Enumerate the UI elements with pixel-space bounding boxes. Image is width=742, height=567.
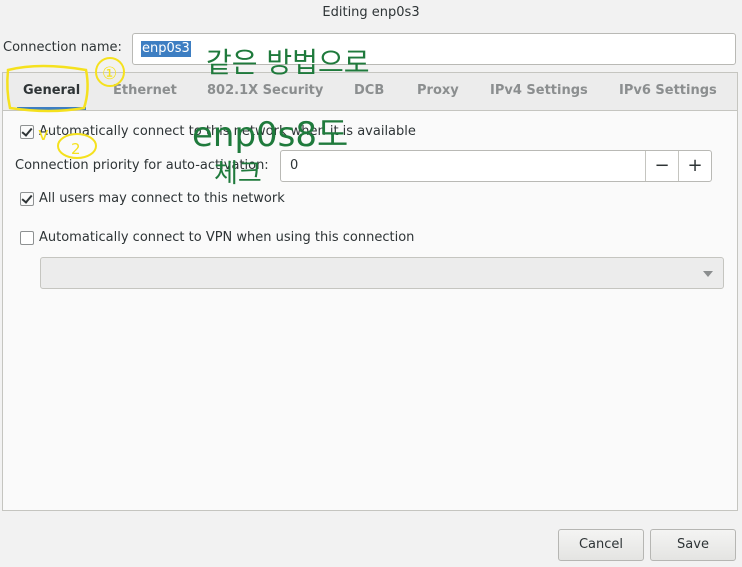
priority-value: 0 xyxy=(290,158,299,173)
decrement-button[interactable]: − xyxy=(645,151,678,181)
cancel-button[interactable]: Cancel xyxy=(558,529,644,561)
vpn-auto-connect-label: Automatically connect to VPN when using … xyxy=(39,230,415,245)
all-users-checkbox[interactable] xyxy=(20,192,34,206)
tab-ethernet[interactable]: Ethernet xyxy=(113,73,177,110)
connection-name-label: Connection name: xyxy=(3,40,122,55)
tab-8021x-security[interactable]: 802.1X Security xyxy=(207,73,323,110)
vpn-select[interactable] xyxy=(40,257,724,289)
all-users-label: All users may connect to this network xyxy=(39,191,285,206)
tab-bar: General Ethernet 802.1X Security DCB Pro… xyxy=(3,73,737,111)
increment-button[interactable]: + xyxy=(678,151,711,181)
tab-general[interactable]: General xyxy=(16,73,87,110)
tab-proxy[interactable]: Proxy xyxy=(417,73,459,110)
window-title: Editing enp0s3 xyxy=(322,5,420,20)
tab-ipv6-settings[interactable]: IPv6 Settings xyxy=(619,73,717,110)
connection-name-input[interactable]: enp0s3 xyxy=(132,33,736,65)
priority-spinbutton[interactable]: 0 − + xyxy=(280,150,712,182)
priority-label: Connection priority for auto-activation: xyxy=(15,158,269,173)
vpn-auto-connect-checkbox[interactable] xyxy=(20,231,34,245)
auto-connect-checkbox[interactable] xyxy=(20,125,34,139)
tab-ipv4-settings[interactable]: IPv4 Settings xyxy=(490,73,588,110)
connection-name-value: enp0s3 xyxy=(141,41,191,57)
chevron-down-icon xyxy=(703,271,713,277)
auto-connect-label: Automatically connect to this network wh… xyxy=(39,124,416,139)
save-button[interactable]: Save xyxy=(650,529,736,561)
tab-dcb[interactable]: DCB xyxy=(354,73,384,110)
